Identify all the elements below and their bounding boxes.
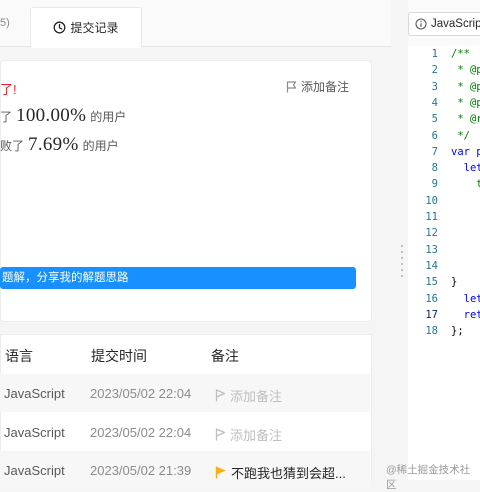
code-line: * @r xyxy=(451,113,480,126)
flag-filled-icon xyxy=(215,466,226,479)
runtime-suffix: 的用户 xyxy=(90,110,127,124)
line-number: 2 xyxy=(431,64,438,77)
code-line: * @p xyxy=(451,80,480,93)
code-line: }; xyxy=(451,325,464,338)
memory-percent: 7.69% xyxy=(28,134,79,155)
code-line: /** xyxy=(451,48,470,60)
language-select[interactable]: JavaScript xyxy=(408,12,480,36)
code-line: * @p xyxy=(451,64,480,77)
line-number: 8 xyxy=(431,162,438,175)
clock-icon xyxy=(54,21,66,34)
memory-stat: 败了 7.69% 的用户 xyxy=(0,134,119,156)
row-add-note-button[interactable]: 添加备注 xyxy=(215,386,282,405)
row-time: 2023/05/02 22:04 xyxy=(90,386,192,401)
code-line: ret xyxy=(451,308,480,321)
table-row[interactable]: JavaScript 2023/05/02 22:04 添加备注 xyxy=(0,374,370,412)
row-add-note-button[interactable]: 添加备注 xyxy=(215,425,282,444)
header-language: 语言 xyxy=(5,348,33,364)
flag-icon xyxy=(215,428,226,441)
line-number: 15 xyxy=(425,276,438,289)
add-note-label: 添加备注 xyxy=(301,80,350,94)
tab-submissions-label: 提交记录 xyxy=(70,21,119,35)
line-number: 17 xyxy=(425,308,438,321)
row-language: JavaScript xyxy=(4,425,65,440)
runtime-prefix: 了 xyxy=(0,110,13,124)
tab-submissions[interactable]: 提交记录 xyxy=(30,7,142,48)
line-number: 5 xyxy=(431,113,438,126)
row-note-button[interactable]: 不跑我也猜到会超... xyxy=(215,463,346,482)
code-line: } xyxy=(451,276,458,289)
header-time: 提交时间 xyxy=(91,348,147,364)
line-number: 11 xyxy=(425,211,438,223)
row-language: JavaScript xyxy=(4,386,65,401)
line-number: 16 xyxy=(425,292,438,305)
flag-icon xyxy=(286,80,297,92)
row-remark: 添加备注 xyxy=(230,389,283,404)
info-icon xyxy=(415,18,427,30)
line-number: 13 xyxy=(425,243,438,256)
line-number: 1 xyxy=(431,48,438,60)
code-line: t xyxy=(451,178,480,191)
row-language: JavaScript xyxy=(4,463,65,478)
row-time: 2023/05/02 22:04 xyxy=(90,425,192,440)
line-number: 14 xyxy=(425,259,438,272)
add-note-button[interactable]: 添加备注 xyxy=(286,78,349,95)
line-number: 6 xyxy=(431,129,438,142)
code-editor[interactable]: 1/** 2 * @p 3 * @p 4 * @p 5 * @r 6 */7 var p8 … xyxy=(408,46,480,480)
line-number: 7 xyxy=(431,145,438,158)
line-number: 12 xyxy=(425,227,438,240)
code-line: * @p xyxy=(451,96,480,109)
row-remark: 不跑我也猜到会超... xyxy=(231,466,346,481)
line-number: 10 xyxy=(425,194,438,207)
line-number: 3 xyxy=(431,80,438,93)
panel-resizer[interactable] xyxy=(391,0,408,480)
code-line: var p xyxy=(451,145,480,158)
table-row[interactable]: JavaScript 2023/05/02 21:39 不跑我也猜到会超... xyxy=(0,451,370,489)
code-line: */ xyxy=(451,129,470,142)
row-remark: 添加备注 xyxy=(230,428,283,443)
share-solution-button[interactable]: 题解，分享我的解题思路 xyxy=(0,267,356,289)
flag-icon xyxy=(215,389,226,402)
table-row[interactable]: JavaScript 2023/05/02 22:04 添加备注 xyxy=(0,413,370,451)
line-number: 18 xyxy=(425,325,438,338)
watermark: @稀土掘金技术社区 xyxy=(386,464,471,491)
tab-previous[interactable]: 5) xyxy=(0,10,28,36)
line-number: 4 xyxy=(431,96,438,109)
code-line: let xyxy=(451,292,480,305)
memory-prefix: 败了 xyxy=(0,139,25,153)
language-select-value: JavaScript xyxy=(431,18,480,30)
result-status: 了! xyxy=(0,82,17,97)
drag-handle-icon[interactable] xyxy=(401,245,404,285)
runtime-stat: 了 100.00% 的用户 xyxy=(0,105,126,127)
line-number: 9 xyxy=(431,178,438,191)
row-time: 2023/05/02 21:39 xyxy=(90,463,192,478)
memory-suffix: 的用户 xyxy=(82,139,119,153)
header-remark: 备注 xyxy=(211,348,239,364)
runtime-percent: 100.00% xyxy=(16,105,87,126)
code-line: let xyxy=(451,162,480,175)
